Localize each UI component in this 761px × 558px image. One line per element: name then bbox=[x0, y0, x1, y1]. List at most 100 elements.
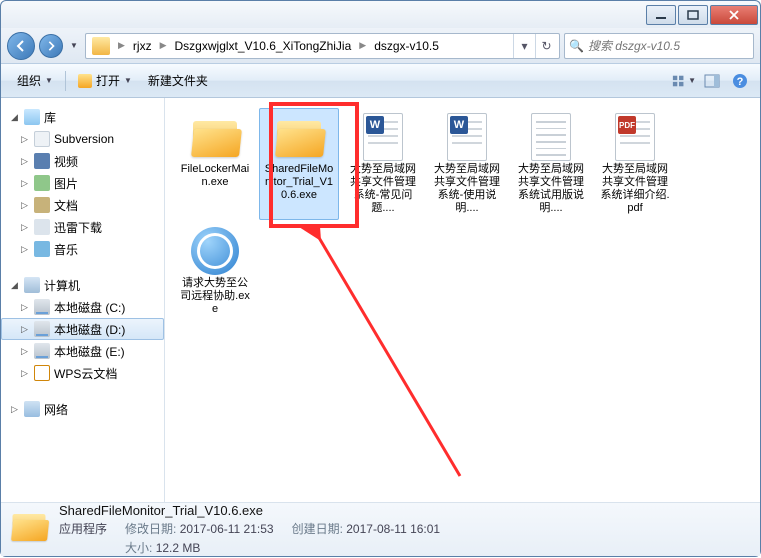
expand-icon[interactable]: ▷ bbox=[19, 156, 30, 167]
tree-documents[interactable]: ▷ 文档 bbox=[1, 194, 164, 216]
expand-icon[interactable]: ▷ bbox=[19, 178, 30, 189]
file-item[interactable]: 大势至局域网共享文件管理系统试用版说明.... bbox=[511, 108, 591, 220]
details-created-value: 2017-08-11 16:01 bbox=[346, 522, 440, 536]
breadcrumb-seg-1[interactable]: Dszgxwjglxt_V10.6_XiTongZhiJia bbox=[171, 37, 356, 55]
download-icon bbox=[34, 219, 50, 235]
collapse-icon[interactable]: ◢ bbox=[9, 112, 20, 123]
search-box[interactable]: 🔍 bbox=[564, 33, 754, 59]
tree-label: 迅雷下载 bbox=[54, 219, 102, 236]
maximize-button[interactable] bbox=[678, 5, 708, 25]
expand-icon[interactable]: ▷ bbox=[19, 134, 30, 145]
file-item[interactable]: PDF大势至局域网共享文件管理系统详细介绍.pdf bbox=[595, 108, 675, 220]
tree-label: 图片 bbox=[54, 175, 78, 192]
organize-button[interactable]: 组织▼ bbox=[9, 68, 61, 93]
tree-label: 文档 bbox=[54, 197, 78, 214]
search-input[interactable] bbox=[588, 39, 749, 53]
file-item-label: 大势至局域网共享文件管理系统-使用说明.... bbox=[430, 163, 504, 215]
tree-library[interactable]: ◢库 bbox=[1, 106, 164, 128]
nav-forward-button[interactable] bbox=[39, 34, 63, 58]
breadcrumb-seg-2[interactable]: dszgx-v10.5 bbox=[370, 37, 443, 55]
expand-icon[interactable]: ▷ bbox=[19, 324, 30, 335]
breadcrumb-seg-0[interactable]: rjxz bbox=[129, 37, 156, 55]
file-item[interactable]: FileLockerMain.exe bbox=[175, 108, 255, 220]
nav-history-dropdown[interactable]: ▼ bbox=[67, 34, 81, 58]
tree-computer[interactable]: ◢ 计算机 bbox=[1, 274, 164, 296]
document-icon bbox=[34, 197, 50, 213]
window-titlebar bbox=[0, 0, 761, 28]
tree-network[interactable]: ▷ 网络 bbox=[1, 398, 164, 420]
details-size-label: 大小: bbox=[125, 541, 152, 555]
expand-icon[interactable]: ▷ bbox=[19, 346, 30, 357]
breadcrumb[interactable]: ▶ rjxz ▶ Dszgxwjglxt_V10.6_XiTongZhiJia … bbox=[85, 33, 560, 59]
preview-pane-button[interactable] bbox=[700, 69, 724, 93]
folder-icon bbox=[92, 37, 110, 55]
tree-label: 本地磁盘 (D:) bbox=[54, 321, 125, 338]
file-type-icon bbox=[188, 227, 242, 275]
expand-icon[interactable]: ▷ bbox=[19, 302, 30, 313]
search-icon: 🔍 bbox=[569, 39, 584, 53]
cloud-icon bbox=[34, 365, 50, 381]
chevron-right-icon[interactable]: ▶ bbox=[156, 40, 171, 51]
chevron-right-icon[interactable]: ▶ bbox=[114, 40, 129, 51]
view-options-button[interactable]: ▼ bbox=[672, 69, 696, 93]
tree-drive-d[interactable]: ▷ 本地磁盘 (D:) bbox=[1, 318, 164, 340]
details-file-icon bbox=[11, 511, 49, 549]
file-type-icon: W bbox=[356, 113, 410, 161]
expand-icon[interactable]: ▷ bbox=[9, 404, 20, 415]
library-icon bbox=[24, 109, 40, 125]
tree-label: WPS云文档 bbox=[54, 365, 117, 382]
file-item-label: 请求大势至公司远程协助.exe bbox=[178, 277, 252, 316]
computer-icon bbox=[24, 277, 40, 293]
address-bar-row: ▼ ▶ rjxz ▶ Dszgxwjglxt_V10.6_XiTongZhiJi… bbox=[1, 28, 760, 64]
breadcrumb-dropdown-button[interactable]: ▾ bbox=[513, 34, 535, 58]
expand-icon[interactable]: ▷ bbox=[19, 222, 30, 233]
expand-icon[interactable]: ▷ bbox=[19, 200, 30, 211]
file-item[interactable]: 请求大势至公司远程协助.exe bbox=[175, 222, 255, 321]
music-icon bbox=[34, 241, 50, 257]
file-list-pane[interactable]: FileLockerMain.exe SharedFileMonitor_Tria… bbox=[165, 98, 760, 502]
tree-drive-e[interactable]: ▷本地磁盘 (E:) bbox=[1, 340, 164, 362]
tree-wps[interactable]: ▷ WPS云文档 bbox=[1, 362, 164, 384]
video-icon bbox=[34, 153, 50, 169]
refresh-button[interactable]: ↻ bbox=[535, 34, 557, 58]
help-button[interactable]: ? bbox=[728, 69, 752, 93]
expand-icon[interactable]: ▷ bbox=[19, 244, 30, 255]
drive-icon bbox=[34, 343, 50, 359]
file-item[interactable]: W大势至局域网共享文件管理系统-使用说明.... bbox=[427, 108, 507, 220]
subversion-icon bbox=[34, 131, 50, 147]
open-label: 打开 bbox=[96, 72, 120, 89]
new-folder-button[interactable]: 新建文件夹 bbox=[140, 68, 216, 93]
details-modified-value: 2017-06-11 21:53 bbox=[180, 522, 274, 536]
tree-label: 本地磁盘 (C:) bbox=[54, 299, 125, 316]
tree-label: 音乐 bbox=[54, 241, 78, 258]
tree-label: 计算机 bbox=[44, 277, 80, 294]
new-folder-label: 新建文件夹 bbox=[148, 72, 208, 89]
details-pane: SharedFileMonitor_Trial_V10.6.exe 应用程序 修… bbox=[1, 502, 760, 556]
file-type-icon bbox=[272, 113, 326, 161]
chevron-right-icon[interactable]: ▶ bbox=[355, 40, 370, 51]
file-item[interactable]: SharedFileMonitor_Trial_V10.6.exe bbox=[259, 108, 339, 220]
tree-pictures[interactable]: ▷ 图片 bbox=[1, 172, 164, 194]
picture-icon bbox=[34, 175, 50, 191]
file-type-icon bbox=[188, 113, 242, 161]
tree-label: 库 bbox=[44, 109, 56, 126]
tree-drive-c[interactable]: ▷ 本地磁盘 (C:) bbox=[1, 296, 164, 318]
tree-xunlei[interactable]: ▷ 迅雷下载 bbox=[1, 216, 164, 238]
file-item-label: FileLockerMain.exe bbox=[178, 163, 252, 189]
open-button[interactable]: 打开▼ bbox=[70, 68, 140, 93]
expand-icon[interactable]: ▷ bbox=[19, 368, 30, 379]
tree-subversion[interactable]: ▷Subversion bbox=[1, 128, 164, 150]
toolbar-separator bbox=[65, 71, 66, 91]
navigation-pane[interactable]: ◢库 ▷Subversion ▷视频 ▷图片 ▷文档 ▷迅雷下载 ▷音乐 ◢计算… bbox=[1, 98, 165, 502]
open-icon bbox=[78, 74, 92, 88]
minimize-button[interactable] bbox=[646, 5, 676, 25]
close-button[interactable] bbox=[710, 5, 758, 25]
tree-label: 网络 bbox=[44, 401, 68, 418]
details-filename: SharedFileMonitor_Trial_V10.6.exe bbox=[59, 503, 458, 518]
collapse-icon[interactable]: ◢ bbox=[9, 280, 20, 291]
tree-videos[interactable]: ▷视频 bbox=[1, 150, 164, 172]
tree-music[interactable]: ▷ 音乐 bbox=[1, 238, 164, 260]
file-item[interactable]: W大势至局域网共享文件管理系统-常见问题.... bbox=[343, 108, 423, 220]
nav-back-button[interactable] bbox=[7, 32, 35, 60]
drive-icon bbox=[34, 321, 50, 337]
